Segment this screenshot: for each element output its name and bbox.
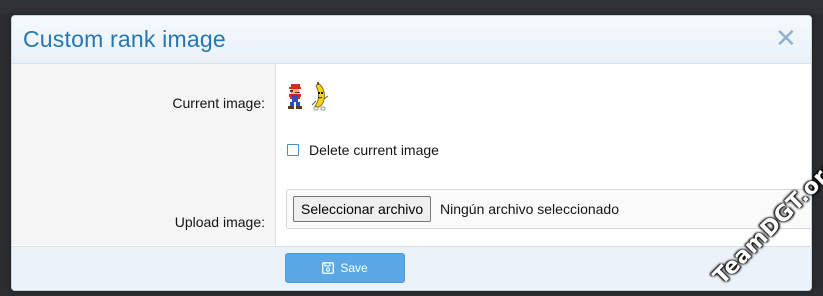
save-button[interactable]: Save [285, 253, 405, 283]
banana-sprite [311, 82, 329, 111]
choose-file-button[interactable]: Seleccionar archivo [293, 196, 432, 222]
dialog-header: Custom rank image ✕ [12, 16, 811, 64]
upload-image-label: Upload image: [174, 214, 265, 230]
dialog-title: Custom rank image [23, 26, 226, 52]
save-button-label[interactable]: Save [340, 261, 367, 275]
page-backdrop [0, 0, 823, 14]
file-status-text: Ningún archivo seleccionado [440, 201, 619, 217]
current-rank-image [287, 82, 329, 111]
custom-rank-image-dialog: Custom rank image ✕ Current image: Uploa… [11, 15, 812, 291]
delete-current-image-label[interactable]: Delete current image [309, 142, 439, 158]
dialog-footer: Save [12, 246, 811, 290]
label-column: Current image: Upload image: [12, 64, 276, 245]
delete-current-image-checkbox[interactable]: Delete current image [287, 142, 439, 158]
form-body: Current image: Upload image: Delete curr… [12, 64, 811, 245]
upload-image-input[interactable]: Seleccionar archivo Ningún archivo selec… [286, 189, 811, 229]
current-image-label: Current image: [172, 95, 265, 111]
checkbox-icon[interactable] [287, 144, 299, 156]
mario-sprite [287, 84, 303, 109]
floppy-disk-icon [322, 262, 335, 274]
close-icon[interactable]: ✕ [775, 25, 797, 51]
